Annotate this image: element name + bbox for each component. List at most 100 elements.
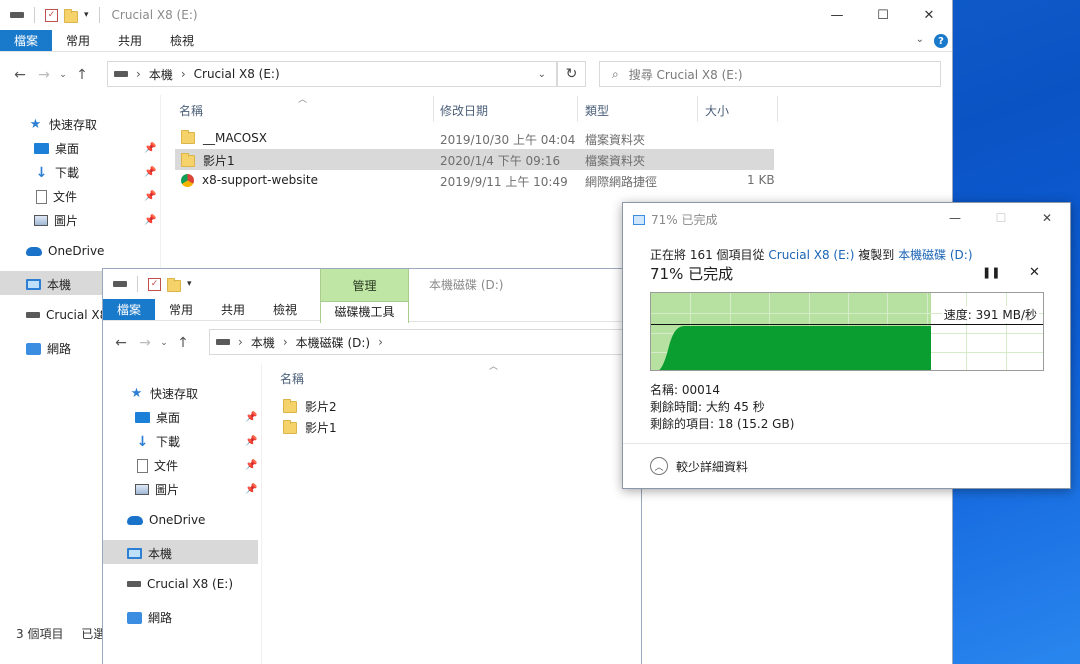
column-size[interactable]: 大小 [705,102,729,119]
nav-network[interactable]: 網路 [127,609,172,626]
nav-desktop[interactable]: 桌面 [135,409,180,426]
address-bar[interactable]: › 本機 › 本機磁碟 (D:) › [209,329,643,355]
network-icon [26,342,41,355]
maximize-button[interactable]: ☐ [860,0,906,30]
help-icon[interactable]: ? [934,34,948,48]
column-name[interactable]: 名稱 [280,370,304,387]
nav-label: 文件 [154,459,179,473]
column-separator[interactable] [577,96,578,122]
pin-icon[interactable]: 📌 [144,143,156,154]
tab-share[interactable]: 共用 [104,30,156,51]
nav-drive[interactable]: Crucial X8 (E:) [127,577,233,591]
nav-label: OneDrive [48,244,105,258]
tab-share[interactable]: 共用 [207,299,259,320]
qat-dropdown-icon[interactable]: ▾ [84,10,89,20]
ribbon-border [409,321,641,322]
properties-icon[interactable]: ✓ [45,8,58,22]
pin-icon[interactable]: 📌 [245,460,257,471]
close-button[interactable]: ✕ [906,0,952,30]
tab-view[interactable]: 檢視 [259,299,311,320]
source-link[interactable]: Crucial X8 (E:) [768,248,854,262]
nav-onedrive[interactable]: OneDrive [26,244,104,258]
pin-icon[interactable]: 📌 [245,412,257,423]
nav-pictures[interactable]: 圖片 [135,481,179,498]
qat-dropdown-icon[interactable]: ▾ [187,279,192,289]
back-button[interactable]: ← [8,67,32,83]
pin-icon[interactable]: 📌 [144,215,156,226]
nav-documents[interactable]: 文件 [137,457,178,474]
address-dropdown-icon[interactable]: ⌄ [538,69,546,80]
recent-locations-icon[interactable]: ⌄ [157,338,171,348]
tab-drive-tools[interactable]: 磁碟機工具 [321,301,408,323]
tab-home[interactable]: 常用 [52,30,104,51]
file-row[interactable]: __MACOSX 2019/10/30 上午 04:04 檔案資料夾 [175,128,774,149]
tab-home[interactable]: 常用 [155,299,207,320]
column-date[interactable]: 修改日期 [440,102,488,119]
nav-desktop[interactable]: 桌面 [34,140,79,157]
column-separator[interactable] [433,96,434,122]
new-folder-icon[interactable] [64,8,78,23]
column-separator[interactable] [777,96,778,122]
file-date: 2019/10/30 上午 04:04 [440,133,576,147]
minimize-button[interactable]: — [932,203,978,233]
properties-icon[interactable]: ✓ [148,277,161,291]
cancel-button[interactable]: ✕ [1029,265,1040,280]
column-separator[interactable] [697,96,698,122]
breadcrumb-separator: › [136,67,141,81]
file-date: 2020/1/4 下午 09:16 [440,154,561,168]
refresh-button[interactable]: ↻ [557,61,586,87]
nav-this-pc[interactable]: 本機 [26,276,71,293]
search-icon: ⌕ [612,66,619,81]
nav-quick-access[interactable]: ★ 快速存取 [129,385,198,402]
breadcrumb-this-pc[interactable]: 本機 [149,66,173,83]
up-button[interactable]: ↑ [171,335,195,351]
breadcrumb-this-pc[interactable]: 本機 [251,334,275,351]
tab-file[interactable]: 檔案 [103,299,156,320]
search-box[interactable]: ⌕ 搜尋 Crucial X8 (E:) [599,61,941,87]
nav-downloads[interactable]: ↓ 下載 [135,433,180,450]
file-row-selected[interactable]: 影片1 2020/1/4 下午 09:16 檔案資料夾 [175,149,774,170]
tab-view[interactable]: 檢視 [156,30,208,51]
back-button[interactable]: ← [109,335,133,351]
file-type: 檔案資料夾 [585,133,646,147]
copy-icon [633,214,645,225]
close-button[interactable]: ✕ [1024,203,1070,233]
drive-icon [26,312,40,318]
nav-downloads[interactable]: ↓ 下載 [34,164,79,181]
pin-icon[interactable]: 📌 [245,436,257,447]
column-type[interactable]: 類型 [585,102,609,119]
pin-icon[interactable]: 📌 [144,191,156,202]
new-folder-icon[interactable] [167,277,181,292]
nav-quick-access[interactable]: ★ 快速存取 [28,116,97,133]
file-row[interactable]: x8-support-website 2019/9/11 上午 10:49 網際… [175,170,775,191]
forward-button[interactable]: → [133,335,157,351]
transfer-speed-graph: 速度: 391 MB/秒 [650,292,1044,371]
nav-network[interactable]: 網路 [26,340,71,357]
details-toggle[interactable]: ︿ 較少詳細資料 [623,443,1070,488]
tab-file[interactable]: 檔案 [0,30,53,51]
nav-onedrive[interactable]: OneDrive [127,513,205,527]
pause-button[interactable]: ❚❚ [982,266,1000,279]
file-row[interactable]: 影片1 [277,416,577,437]
time-remaining: 剩餘時間: 大約 45 秒 [650,400,765,414]
pin-icon[interactable]: 📌 [144,167,156,178]
breadcrumb-drive[interactable]: 本機磁碟 (D:) [296,334,370,351]
ribbon-expand-icon[interactable]: ⌄ [916,34,924,45]
nav-label: 本機 [47,278,72,292]
destination-link[interactable]: 本機磁碟 (D:) [898,248,972,262]
pin-icon[interactable]: 📌 [245,484,257,495]
nav-documents[interactable]: 文件 [36,188,77,205]
forward-button[interactable]: → [32,67,56,83]
file-row[interactable]: 影片2 [277,395,577,416]
minimize-button[interactable]: — [814,0,860,30]
nav-this-pc[interactable]: 本機 [127,545,172,562]
breadcrumb-drive[interactable]: Crucial X8 (E:) [194,67,280,81]
address-bar[interactable]: › 本機 › Crucial X8 (E:) ⌄ [107,61,557,87]
recent-locations-icon[interactable]: ⌄ [56,70,70,80]
nav-pictures[interactable]: 圖片 [34,212,78,229]
nav-drive[interactable]: Crucial X8 [26,308,107,322]
file-date: 2019/9/11 上午 10:49 [440,175,568,189]
quick-access-toolbar: ✓ ▾ [0,7,104,23]
up-button[interactable]: ↑ [70,67,94,83]
column-name[interactable]: 名稱 [179,102,203,119]
